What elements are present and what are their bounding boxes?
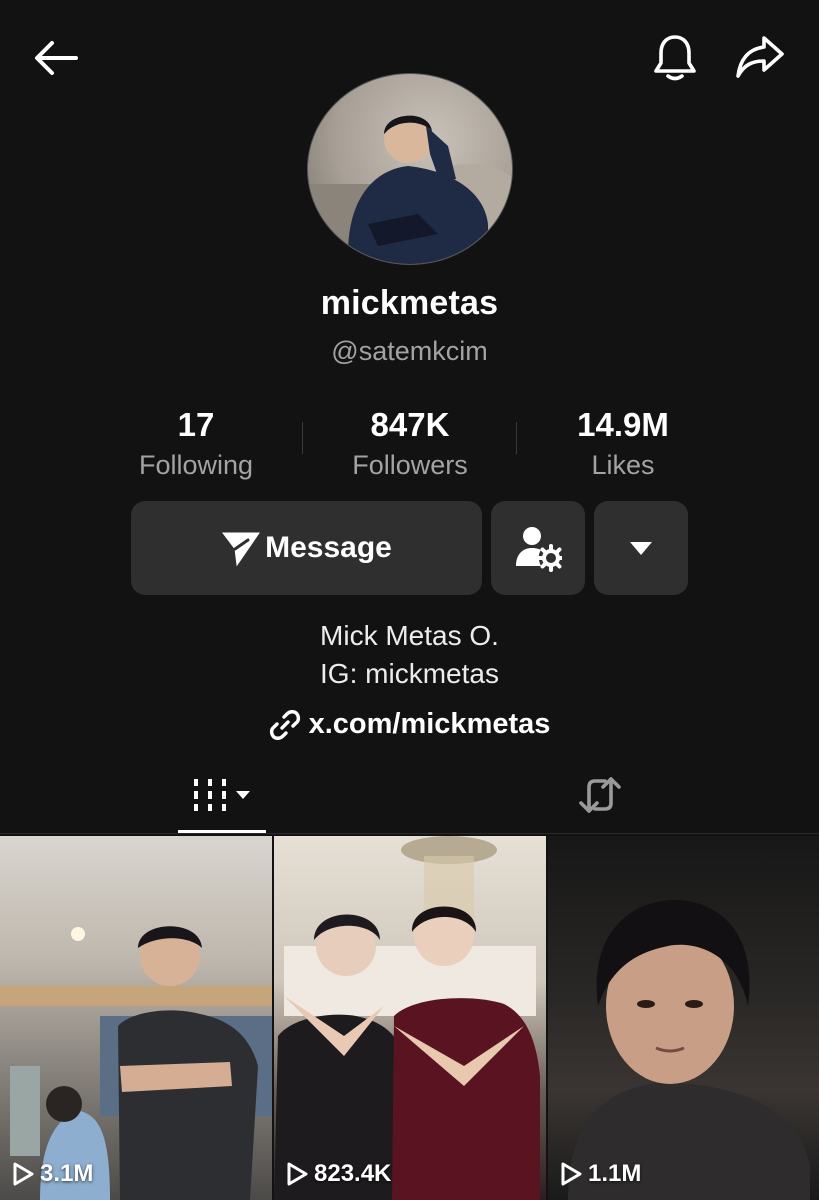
view-count-text: 3.1M [40, 1160, 94, 1187]
profile-link[interactable]: x.com/mickmetas [0, 708, 819, 741]
followers-stat[interactable]: 847K Followers [310, 406, 510, 481]
bio-text: IG: mickmetas [320, 658, 499, 689]
stat-divider [302, 422, 303, 454]
play-icon [13, 1162, 34, 1186]
message-label: Message [265, 531, 392, 564]
following-count: 17 [177, 406, 215, 443]
likes-count: 14.9M [577, 406, 669, 443]
followers-label: Followers [352, 450, 468, 480]
video-thumbnail[interactable]: 823.4K [274, 836, 546, 1200]
arrow-left-icon [35, 41, 78, 75]
view-count-text: 823.4K [314, 1160, 392, 1187]
followers-count: 847K [370, 406, 450, 443]
avatar[interactable] [307, 73, 513, 265]
tab-reposts[interactable] [556, 762, 644, 828]
play-icon [561, 1162, 582, 1186]
view-count-text: 1.1M [588, 1160, 642, 1187]
bio-text: Mick Metas O. [320, 620, 499, 651]
send-icon [222, 532, 261, 567]
grid-icon [194, 779, 250, 811]
repost-icon [579, 777, 621, 813]
user-settings-icon [516, 527, 562, 572]
video-view-count: 823.4K [286, 1160, 391, 1188]
back-button[interactable] [26, 30, 86, 86]
display-name: mickmetas [320, 284, 499, 322]
following-stat[interactable]: 17 Following [96, 406, 296, 481]
more-options-button[interactable] [594, 501, 688, 595]
message-button[interactable]: Message [131, 501, 482, 595]
video-thumbnail[interactable]: 1.1M [548, 836, 819, 1200]
video-thumbnail-image [274, 836, 540, 1200]
notification-bell-button[interactable] [644, 26, 706, 88]
profile-link-text: x.com/mickmetas [308, 708, 551, 740]
share-icon [736, 36, 784, 78]
tab-videos[interactable] [178, 762, 266, 828]
video-thumbnail-image [0, 926, 272, 1200]
likes-stat[interactable]: 14.9M Likes [523, 406, 723, 481]
link-icon [269, 709, 300, 740]
likes-label: Likes [591, 450, 655, 480]
video-view-count: 1.1M [560, 1160, 641, 1188]
video-thumbnail-image [568, 900, 810, 1200]
video-view-count: 3.1M [12, 1160, 93, 1188]
video-thumbnail[interactable]: 3.1M [0, 836, 272, 1200]
share-button[interactable] [728, 26, 792, 88]
stat-divider [516, 422, 517, 454]
caret-down-icon [630, 542, 652, 555]
username-handle: @satemkcim [331, 336, 488, 366]
avatar-photo [308, 115, 512, 264]
play-icon [287, 1162, 308, 1186]
tab-divider [0, 833, 819, 834]
bell-icon [654, 35, 696, 81]
following-label: Following [138, 450, 254, 480]
user-settings-button[interactable] [491, 501, 585, 595]
profile-page: mickmetas @satemkcim 17 Following 847K F… [0, 0, 819, 1200]
